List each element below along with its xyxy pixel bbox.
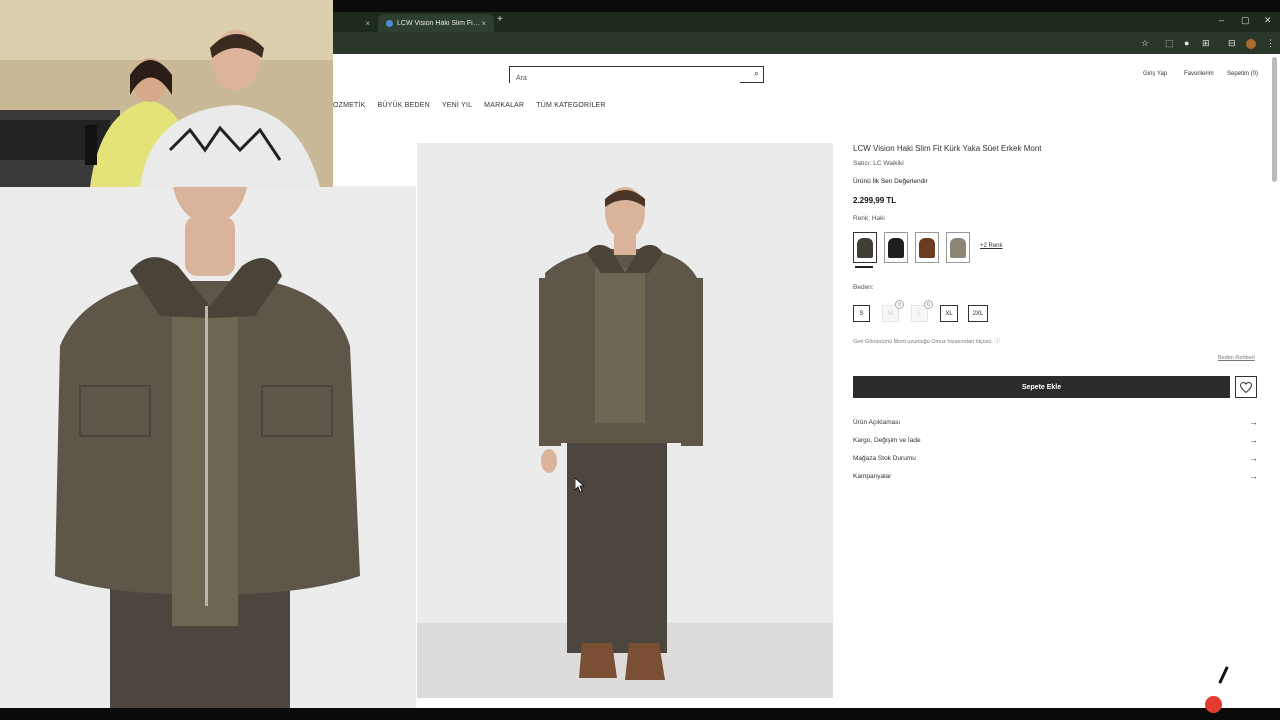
webcam-scene-illustration — [0, 0, 333, 187]
minimize-button[interactable]: – — [1219, 15, 1224, 25]
color-swatch-beige[interactable] — [946, 232, 970, 263]
favicon-icon — [386, 19, 393, 27]
review-prompt-link[interactable]: Ürünü İlk Sen Değerlendir — [853, 178, 928, 185]
media-control-icon[interactable]: ⊟ — [1228, 38, 1236, 49]
close-window-button[interactable]: ✕ — [1264, 15, 1272, 26]
tab-title: LCW Vision Haki Slim Fit Kürk Yaka Süet … — [397, 19, 482, 27]
accordion-label: Kampanyalar — [853, 472, 892, 480]
swatch-jacket-icon — [857, 237, 873, 258]
size-option-l[interactable]: L0 — [911, 300, 933, 322]
fit-note: Geri Gönünümü Mont uzunluğu Omuz hizasın… — [853, 339, 1001, 345]
color-label: Renk: Haki — [853, 215, 885, 222]
more-colors-link[interactable]: +2 Renk — [980, 243, 1003, 249]
arrow-right-icon: → — [1249, 471, 1258, 481]
color-swatch-brown[interactable] — [915, 232, 939, 263]
swatch-jacket-icon — [919, 237, 935, 258]
browser-tab-active[interactable]: LCW Vision Haki Slim Fit Kürk Yaka Süet … — [378, 14, 494, 32]
product-title: LCW Vision Haki Slim Fit Kürk Yaka Süet … — [853, 144, 1042, 153]
nav-item-brands[interactable]: MARKALAR — [484, 102, 524, 109]
new-tab-button[interactable]: + — [497, 14, 503, 25]
mouse-cursor-icon — [575, 478, 585, 492]
bookmark-star-icon[interactable]: ☆ — [1141, 38, 1149, 49]
product-price: 2.299,99 TL — [853, 196, 897, 205]
stock-count-badge: 0 — [895, 300, 904, 309]
category-nav: OZMETİK BÜYÜK BEDEN YENİ YIL MARKALAR TÜ… — [333, 102, 606, 109]
arrow-right-icon: → — [1249, 435, 1258, 445]
add-to-favorites-button[interactable] — [1235, 376, 1257, 398]
accordion-store-stock[interactable]: Mağaza Stok Durumu → — [853, 452, 1258, 464]
search-icon[interactable]: ⌕ — [754, 68, 759, 79]
size-option-label: L — [917, 310, 922, 317]
add-to-cart-button[interactable]: Sepete Ekle — [853, 376, 1230, 398]
screen: × LCW Vision Haki Slim Fit Kürk Yaka Süe… — [0, 0, 1280, 720]
swatch-jacket-icon — [888, 237, 904, 258]
profile-avatar[interactable] — [1246, 39, 1256, 49]
nav-item-cosmetics[interactable]: OZMETİK — [333, 102, 366, 109]
page-scrollbar[interactable] — [1272, 57, 1277, 182]
browser-menu-icon[interactable]: ⋮ — [1266, 38, 1275, 49]
model-closeup-illustration — [55, 186, 360, 720]
webcam-overlay — [0, 0, 333, 187]
nav-item-plus-size[interactable]: BÜYÜK BEDEN — [378, 102, 430, 109]
selected-swatch-indicator — [855, 266, 873, 268]
nav-item-all-categories[interactable]: TÜM KATEGORİLER — [536, 102, 605, 109]
size-label: Beden: — [853, 284, 874, 291]
stock-count-badge: 0 — [924, 300, 933, 309]
size-option-label: M — [888, 310, 893, 317]
record-indicator-icon — [1205, 696, 1222, 713]
arrow-right-icon: → — [1249, 453, 1258, 463]
browser-tab-inactive[interactable]: × — [334, 14, 378, 32]
accordion-label: Kargo, Değişim ve İade — [853, 436, 921, 444]
swatch-jacket-icon — [950, 237, 966, 258]
arrow-right-icon: → — [1249, 417, 1258, 427]
size-option-label: 2XL — [972, 310, 984, 317]
product-seller[interactable]: Satıcı: LC Waikiki — [853, 160, 904, 167]
size-option-s[interactable]: S — [853, 305, 870, 322]
size-option-xl[interactable]: XL — [940, 305, 958, 322]
size-option-m[interactable]: M0 — [882, 300, 904, 322]
search-input[interactable] — [510, 71, 740, 86]
accordion-label: Mağaza Stok Durumu — [853, 454, 916, 462]
size-option-label: XL — [945, 310, 953, 317]
size-option-2xl[interactable]: 2XL — [968, 305, 988, 322]
nav-item-new-year[interactable]: YENİ YIL — [442, 102, 472, 109]
extensions-puzzle-icon[interactable]: ⊞ — [1202, 38, 1210, 49]
extension-icon[interactable]: ⬚ — [1165, 38, 1174, 49]
login-link[interactable]: Giriş Yap — [1143, 71, 1167, 77]
size-guide-link[interactable]: Beden Rehberi — [1218, 355, 1255, 361]
search-box[interactable]: ⌕ — [509, 66, 764, 86]
heart-icon — [1240, 381, 1252, 393]
tab-close-icon[interactable]: × — [481, 19, 486, 28]
size-option-label: S — [859, 310, 864, 317]
maximize-button[interactable]: ▢ — [1241, 15, 1250, 26]
product-image-closeup[interactable] — [0, 186, 416, 720]
favorites-link[interactable]: Favorilerim — [1184, 71, 1214, 77]
tab-close-icon[interactable]: × — [365, 19, 370, 28]
cart-link[interactable]: Sepetim (0) — [1227, 71, 1258, 77]
bottom-bar — [0, 708, 1280, 720]
accordion-campaigns[interactable]: Kampanyalar → — [853, 470, 1258, 482]
accordion-shipping-returns[interactable]: Kargo, Değişim ve İade → — [853, 434, 1258, 446]
color-swatch-black[interactable] — [884, 232, 908, 263]
extension-icon[interactable]: ● — [1184, 38, 1189, 48]
accordion-label: Ürün Açıklaması — [853, 418, 901, 426]
product-image-full-body[interactable] — [417, 143, 833, 698]
model-full-body-illustration — [539, 187, 703, 680]
accordion-product-description[interactable]: Ürün Açıklaması → — [853, 416, 1258, 428]
color-swatch-khaki[interactable] — [853, 232, 877, 263]
